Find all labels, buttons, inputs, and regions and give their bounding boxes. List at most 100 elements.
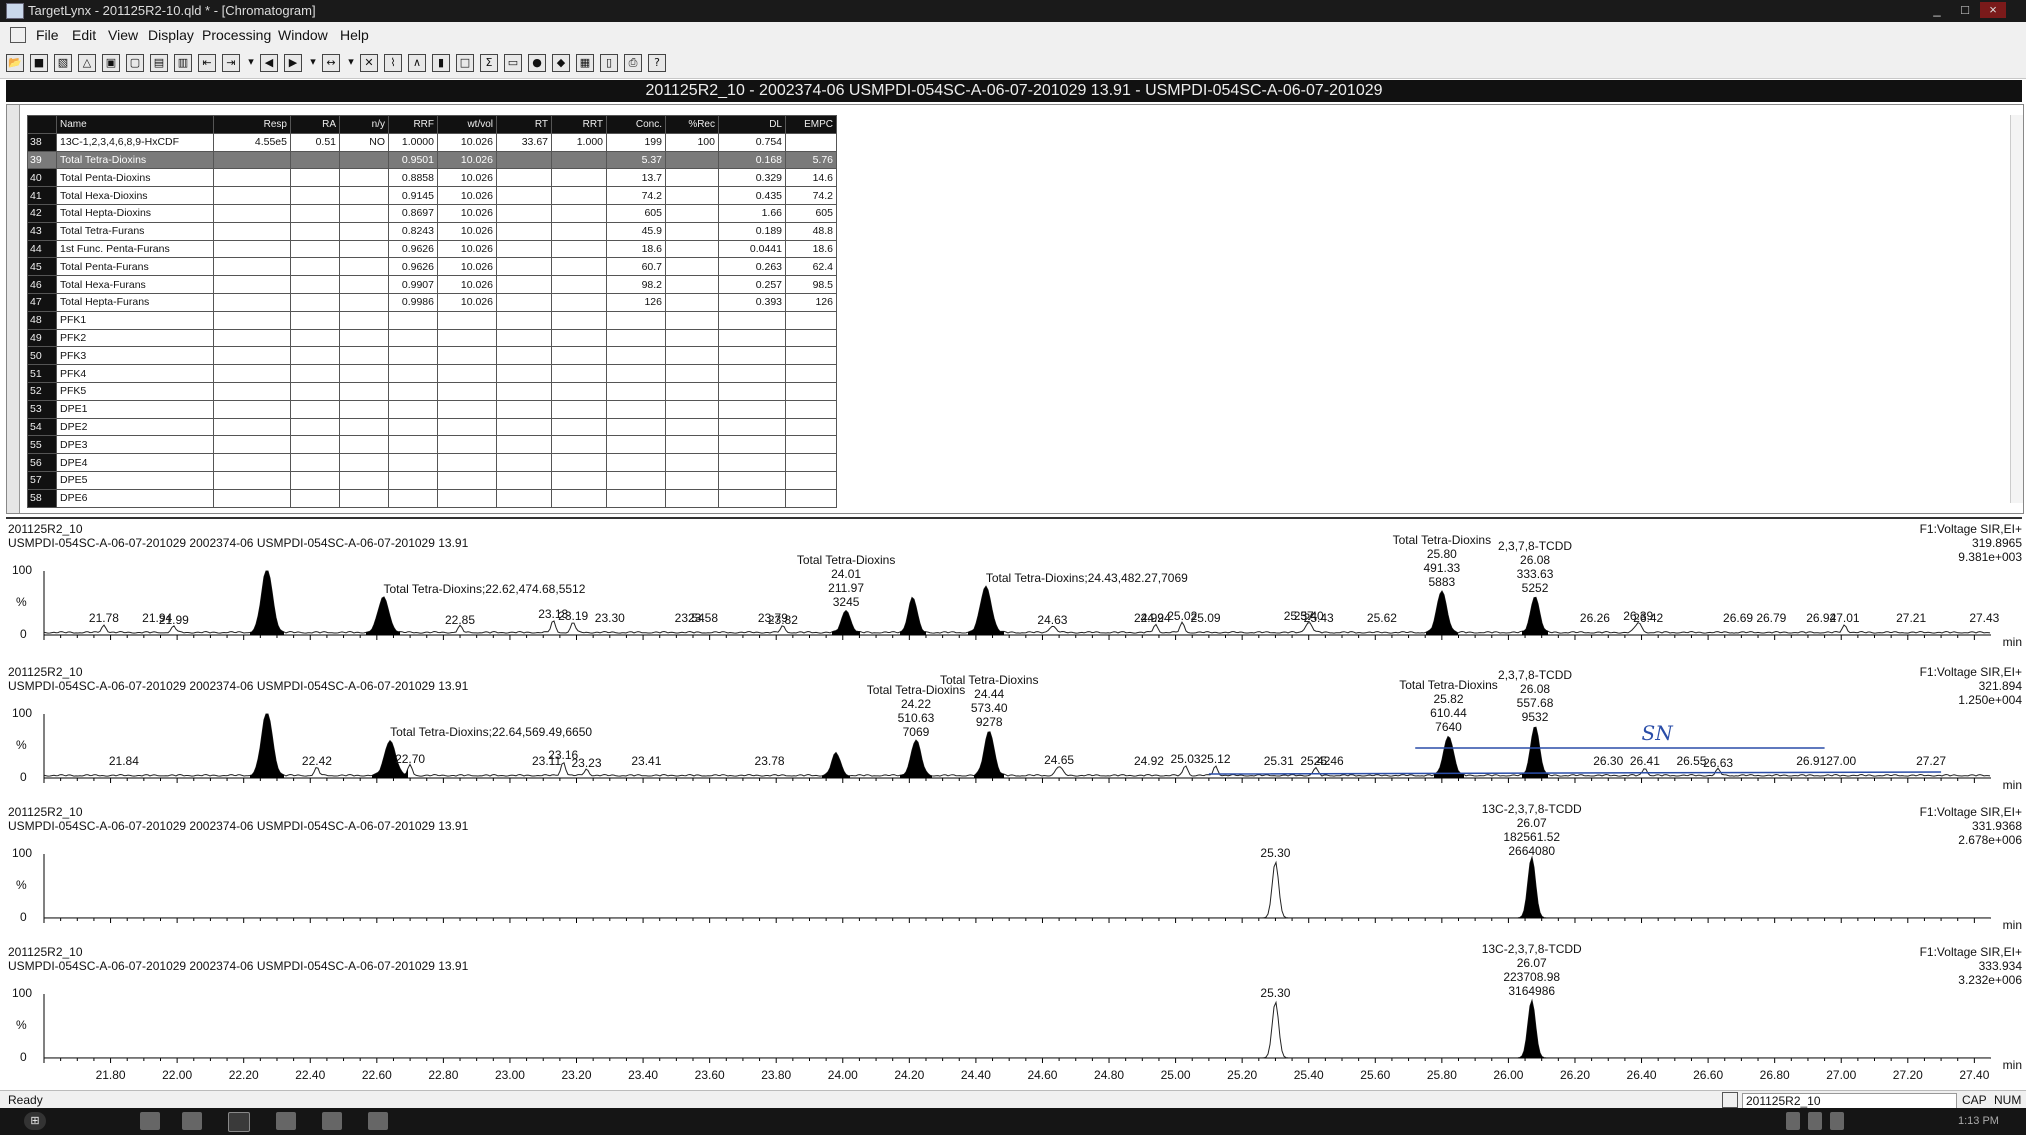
column-header[interactable]: Name <box>56 115 214 134</box>
taskbar-app2-icon[interactable] <box>276 1112 296 1130</box>
first-icon[interactable]: ⇤ <box>198 54 216 72</box>
table-row[interactable]: 50 PFK3 <box>27 346 837 366</box>
chart-2-icon[interactable]: ▥ <box>174 54 192 72</box>
menu-help[interactable]: Help <box>340 27 369 43</box>
x-tick-label: 22.80 <box>428 1068 459 1082</box>
column-header[interactable]: n/y <box>339 115 389 134</box>
menu-edit[interactable]: Edit <box>72 27 96 43</box>
minimize-button[interactable]: _ <box>1924 2 1950 18</box>
peak-icon[interactable]: ∧ <box>408 54 426 72</box>
chromatogram-trace[interactable]: 201125R2_10 USMPDI-054SC-A-06-07-201029 2… <box>6 662 2022 805</box>
column-header[interactable]: DL <box>718 115 786 134</box>
column-header[interactable]: RT <box>496 115 552 134</box>
column-header[interactable]: Resp <box>213 115 291 134</box>
menu-display[interactable]: Display <box>148 27 194 43</box>
dropdown-icon[interactable]: ▾ <box>246 54 256 70</box>
tray-network-icon[interactable] <box>1808 1112 1822 1130</box>
taskbar-targetlynx-icon[interactable] <box>228 1112 250 1132</box>
taskbar-app4-icon[interactable] <box>368 1112 388 1130</box>
taskbar-app-icon[interactable] <box>140 1112 160 1130</box>
column-header[interactable]: RRF <box>388 115 438 134</box>
printer-icon[interactable]: ⎙ <box>624 54 642 72</box>
peak-label: 13C-2,3,7,8-TCDD 26.07 182561.52 2664080 <box>1481 802 1582 858</box>
table-row[interactable]: 58 DPE6 <box>27 488 837 508</box>
print-preview-icon[interactable]: ▧ <box>54 54 72 72</box>
taskbar-app3-icon[interactable] <box>322 1112 342 1130</box>
start-button[interactable]: ⊞ <box>24 1112 46 1130</box>
mdi-child-icon[interactable] <box>10 27 26 43</box>
tray-icon[interactable] <box>1786 1112 1800 1130</box>
table-row[interactable]: 38 13C-1,2,3,4,6,8,9-HxCDF 4.55e5 0.51 NO 1.0… <box>27 132 837 152</box>
table-row[interactable]: 46 Total Hexa-Furans 0.9907 10.026 98.2 0.257… <box>27 275 837 294</box>
handwritten-sn-note: SN <box>1642 721 1675 745</box>
taskbar-folder-icon[interactable] <box>182 1112 202 1130</box>
table-row[interactable]: 57 DPE5 <box>27 470 837 490</box>
chromatogram-trace[interactable]: 201125R2_10 USMPDI-054SC-A-06-07-201029 2… <box>6 942 2022 1085</box>
columns-icon[interactable]: ▯ <box>600 54 618 72</box>
x-tick-label: 24.40 <box>960 1068 991 1082</box>
save-icon[interactable]: ■ <box>30 54 48 72</box>
column-header[interactable]: wt/vol <box>437 115 497 134</box>
table-cell <box>718 364 786 383</box>
column-header[interactable]: %Rec <box>665 115 719 134</box>
table-row[interactable]: 44 1st Func. Penta-Furans 0.9626 10.026 18.6… <box>27 239 837 259</box>
table-row[interactable]: 51 PFK4 <box>27 364 837 383</box>
range-icon[interactable]: ↔ <box>322 54 340 72</box>
column-header[interactable]: EMPC <box>785 115 837 134</box>
table-row[interactable]: 47 Total Hepta-Furans 0.9986 10.026 126 0.393… <box>27 292 837 312</box>
integrated-peak <box>968 586 1004 635</box>
tray-volume-icon[interactable] <box>1830 1112 1844 1130</box>
chart-icon[interactable]: ▤ <box>150 54 168 72</box>
table-row[interactable]: 56 DPE4 <box>27 453 837 472</box>
table-row[interactable]: 53 DPE1 <box>27 399 837 419</box>
table-row[interactable]: 54 DPE2 <box>27 417 837 437</box>
integrate-icon[interactable]: ⌇ <box>384 54 402 72</box>
chromatogram-trace[interactable]: 201125R2_10 USMPDI-054SC-A-06-07-201029 2… <box>6 802 2022 945</box>
table-cell <box>785 364 837 383</box>
table-row[interactable]: 52 PFK5 <box>27 381 837 401</box>
table-row[interactable]: 41 Total Hexa-Dioxins 0.9145 10.026 74.2 0.43… <box>27 186 837 205</box>
cube-icon[interactable]: ◆ <box>552 54 570 72</box>
table-row[interactable]: 42 Total Hepta-Dioxins 0.8697 10.026 605 1.66… <box>27 203 837 223</box>
restore-button[interactable]: □ <box>1952 2 1978 18</box>
help-icon[interactable]: ? <box>648 54 666 72</box>
scale-icon[interactable]: △ <box>78 54 96 72</box>
menu-window[interactable]: Window <box>278 27 328 43</box>
table-row[interactable]: 43 Total Tetra-Furans 0.8243 10.026 45.9 0.18… <box>27 221 837 241</box>
report-icon[interactable]: ▣ <box>102 54 120 72</box>
menu-processing[interactable]: Processing <box>202 27 271 43</box>
sigma-icon[interactable]: Σ <box>480 54 498 72</box>
report-2-icon[interactable]: ▢ <box>126 54 144 72</box>
back-icon[interactable]: ◀ <box>260 54 278 72</box>
axis-lines <box>43 994 1991 1059</box>
box-icon[interactable]: □ <box>456 54 474 72</box>
column-header[interactable]: RA <box>290 115 340 134</box>
circle-icon[interactable]: ● <box>528 54 546 72</box>
dropdown-icon[interactable]: ▾ <box>308 54 318 70</box>
column-header[interactable] <box>27 115 57 134</box>
table-row[interactable]: 49 PFK2 <box>27 328 837 348</box>
table-row[interactable]: 55 DPE3 <box>27 435 837 455</box>
next-icon[interactable]: ⇥ <box>222 54 240 72</box>
table-scrollbar[interactable] <box>2010 115 2023 503</box>
table-cell: 0.0441 <box>718 239 786 259</box>
dropdown-icon[interactable]: ▾ <box>346 54 356 70</box>
table-row[interactable]: 40 Total Penta-Dioxins 0.8858 10.026 13.7 0.3… <box>27 168 837 188</box>
column-header[interactable]: Conc. <box>606 115 666 134</box>
column-header[interactable]: RRT <box>551 115 607 134</box>
book-icon[interactable]: ▭ <box>504 54 522 72</box>
cross-icon[interactable]: ✕ <box>360 54 378 72</box>
table-row[interactable]: 45 Total Penta-Furans 0.9626 10.026 60.7 0.26… <box>27 257 837 277</box>
close-button[interactable]: × <box>1980 2 2006 18</box>
chromatogram-trace[interactable]: 201125R2_10 USMPDI-054SC-A-06-07-201029 2… <box>6 519 2022 662</box>
table-cell <box>496 399 552 419</box>
table-cell: 10.026 <box>437 221 497 241</box>
grid-icon[interactable]: ▦ <box>576 54 594 72</box>
table-row[interactable]: 39 Total Tetra-Dioxins 0.9501 10.026 5.37 0.1… <box>27 150 837 170</box>
table-row[interactable]: 48 PFK1 <box>27 310 837 330</box>
forward-icon[interactable]: ▶ <box>284 54 302 72</box>
open-icon[interactable]: 📂 <box>6 54 24 72</box>
bar-icon[interactable]: ▮ <box>432 54 450 72</box>
menu-view[interactable]: View <box>108 27 138 43</box>
menu-file[interactable]: File <box>36 27 59 43</box>
